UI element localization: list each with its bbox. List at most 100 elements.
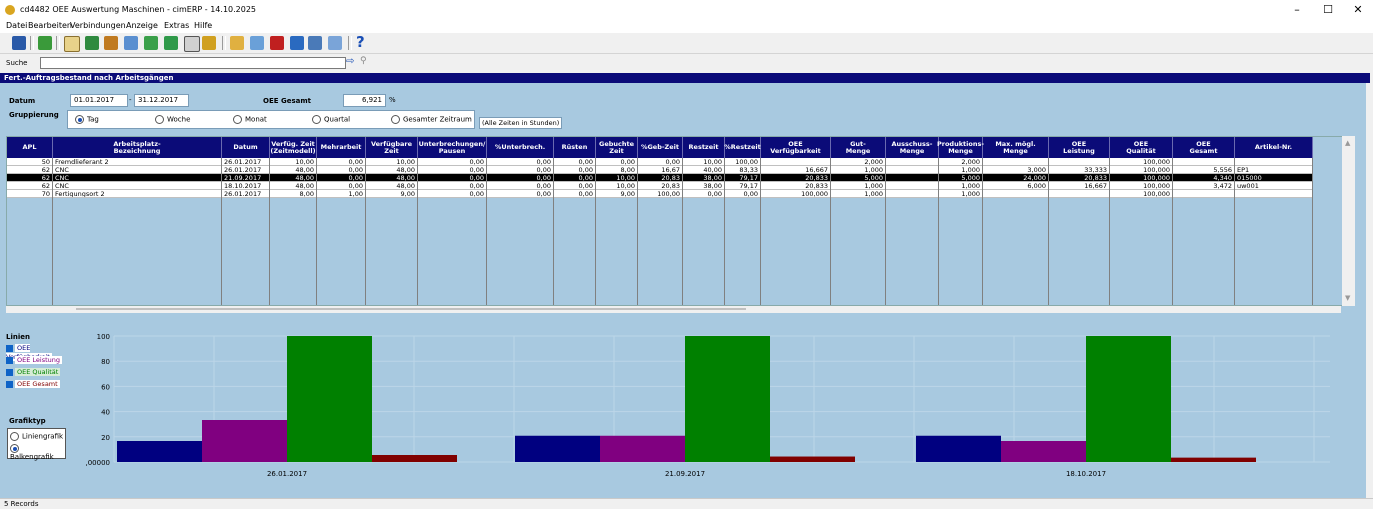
table-cell: 20,833: [1049, 174, 1110, 182]
menu-extras[interactable]: Extras: [164, 21, 189, 30]
minimize-button[interactable]: –: [1282, 2, 1312, 18]
datum-label: Datum: [9, 97, 36, 105]
menu-bearbeiten[interactable]: Bearbeiten: [28, 21, 72, 30]
radio-liniengrafik[interactable]: Liniengrafik: [10, 432, 63, 441]
column-header[interactable]: OEE Verfügbarkeit: [761, 137, 831, 158]
column-header[interactable]: Verfüg. Zeit (Zeitmodell): [270, 137, 317, 158]
column-header[interactable]: OEE Leistung: [1049, 137, 1110, 158]
table-row[interactable]: 62 CNC 26.01.2017 48,00 0,00 48,00 0,00 0,00 0,0…: [7, 166, 1313, 174]
search-go-icon[interactable]: ⇨: [346, 56, 354, 67]
column-header[interactable]: Mehrarbeit: [317, 137, 366, 158]
edit-icon[interactable]: [230, 36, 244, 50]
calendar-icon[interactable]: [328, 36, 342, 50]
magnifier-icon[interactable]: ⚲: [360, 56, 367, 66]
column-header[interactable]: Restzeit: [683, 137, 725, 158]
date-to-input[interactable]: 31.12.2017: [134, 94, 189, 107]
legend-item-leistung[interactable]: OEE Leistung: [6, 356, 63, 365]
export-icon[interactable]: [144, 36, 158, 50]
column-header[interactable]: Artikel-Nr.: [1235, 137, 1313, 158]
radio-dot: [233, 115, 242, 124]
column-header[interactable]: Gebuchte Zeit: [596, 137, 638, 158]
scroll-down-icon[interactable]: ▼: [1345, 294, 1350, 302]
window-icon[interactable]: [290, 36, 304, 50]
mail-icon[interactable]: [64, 36, 80, 52]
table-icon[interactable]: [124, 36, 138, 50]
column-header[interactable]: Verfügbare Zeit: [366, 137, 418, 158]
table-cell: 48,00: [366, 166, 418, 174]
toolbar-separator: [348, 36, 352, 50]
table-cell: EP1: [1235, 166, 1313, 174]
table-cell: 10,00: [683, 158, 725, 166]
table-cell: 0,00: [418, 174, 487, 182]
sort-descending-icon[interactable]: [104, 36, 118, 50]
tools-icon[interactable]: [308, 36, 322, 50]
scroll-up-icon[interactable]: ▲: [1345, 139, 1350, 147]
column-header[interactable]: Datum: [222, 137, 270, 158]
close-button[interactable]: ✕: [1343, 2, 1373, 18]
table-cell: 38,00: [683, 174, 725, 182]
radio-gesamter-zeitraum[interactable]: Gesamter Zeitraum: [391, 115, 472, 124]
graph-type-group: Liniengrafik Balkengrafik: [7, 428, 66, 461]
radio-quartal[interactable]: Quartal: [312, 115, 350, 124]
refresh-icon[interactable]: [38, 36, 52, 50]
help-icon[interactable]: ?: [356, 35, 370, 50]
radio-woche[interactable]: Woche: [155, 115, 190, 124]
table-row[interactable]: 62 CNC 21.09.2017 48,00 0,00 48,00 0,00 0,00 0,0…: [7, 174, 1313, 182]
delete-icon[interactable]: [270, 36, 284, 50]
search-input[interactable]: [40, 57, 346, 69]
menu-verbindungen[interactable]: Verbindungen: [70, 21, 126, 30]
legend-item-verfuegbarkeit[interactable]: OEE Verfügbarkeit: [6, 344, 76, 361]
column-header[interactable]: APL: [7, 137, 53, 158]
table-cell: 8,00: [270, 190, 317, 198]
column-header[interactable]: Gut- Menge: [831, 137, 886, 158]
radio-balkengrafik[interactable]: Balkengrafik: [10, 444, 65, 461]
column-header[interactable]: Max. mögl. Menge: [983, 137, 1049, 158]
menu-datei[interactable]: Datei: [6, 21, 27, 30]
radio-tag[interactable]: Tag: [75, 115, 99, 124]
filter-icon[interactable]: [202, 36, 216, 50]
table-cell: 0,00: [487, 174, 554, 182]
y-tick-label: 80: [101, 358, 110, 366]
list-icon[interactable]: [250, 36, 264, 50]
date-from-input[interactable]: 01.01.2017: [70, 94, 128, 107]
column-header[interactable]: Arbeitsplatz- Bezeichnung: [53, 137, 222, 158]
table-cell: 38,00: [683, 182, 725, 190]
maximize-button[interactable]: ☐: [1313, 2, 1343, 18]
column-header[interactable]: %Unterbrech.: [487, 137, 554, 158]
column-header[interactable]: Rüsten: [554, 137, 596, 158]
column-divider: [595, 158, 596, 305]
sort-ascending-icon[interactable]: [85, 36, 99, 50]
column-header[interactable]: %Geb-Zeit: [638, 137, 683, 158]
exit-icon[interactable]: [12, 36, 26, 50]
table-cell: 48,00: [270, 166, 317, 174]
column-divider: [982, 158, 983, 305]
bar-oee-verf-gbarkeit-1: [515, 435, 600, 462]
scroll-thumb[interactable]: [76, 308, 746, 310]
legend-item-qualitaet[interactable]: OEE Qualität: [6, 368, 61, 377]
table-cell: [886, 182, 939, 190]
column-header[interactable]: Produktions- Menge: [937, 137, 984, 158]
column-header[interactable]: Ausschuss- Menge: [886, 137, 939, 158]
table-row[interactable]: 50 Fremdlieferant 2 26.01.2017 10,00 0,00 10,…: [7, 158, 1313, 166]
column-header[interactable]: OEE Gesamt: [1173, 137, 1235, 158]
radio-dot: [391, 115, 400, 124]
bar-oee-gesamt-0: [372, 454, 457, 462]
table-row[interactable]: 62 CNC 18.10.2017 48,00 0,00 48,00 0,00 0,00 0,0…: [7, 182, 1313, 190]
table-cell: 16,67: [638, 166, 683, 174]
table-cell: 100,000: [1110, 174, 1173, 182]
table-row[interactable]: 70 Fertigungsort 2 26.01.2017 8,00 1,00 9,00 0…: [7, 190, 1313, 198]
menu-anzeige[interactable]: Anzeige: [126, 21, 158, 30]
excel-icon[interactable]: [164, 36, 178, 50]
table-cell: 9,00: [596, 190, 638, 198]
column-header[interactable]: %Restzeit: [724, 137, 761, 158]
copy-icon[interactable]: [184, 36, 200, 52]
radio-monat[interactable]: Monat: [233, 115, 267, 124]
vertical-scrollbar[interactable]: ▲ ▼: [1342, 136, 1355, 306]
column-divider: [417, 158, 418, 305]
column-header[interactable]: OEE Qualität: [1110, 137, 1173, 158]
menu-hilfe[interactable]: Hilfe: [194, 21, 212, 30]
column-divider: [486, 158, 487, 305]
legend-item-gesamt[interactable]: OEE Gesamt: [6, 380, 60, 389]
column-header[interactable]: Unterbrechungen/ Pausen: [418, 137, 487, 158]
horizontal-scrollbar[interactable]: [6, 306, 1341, 313]
